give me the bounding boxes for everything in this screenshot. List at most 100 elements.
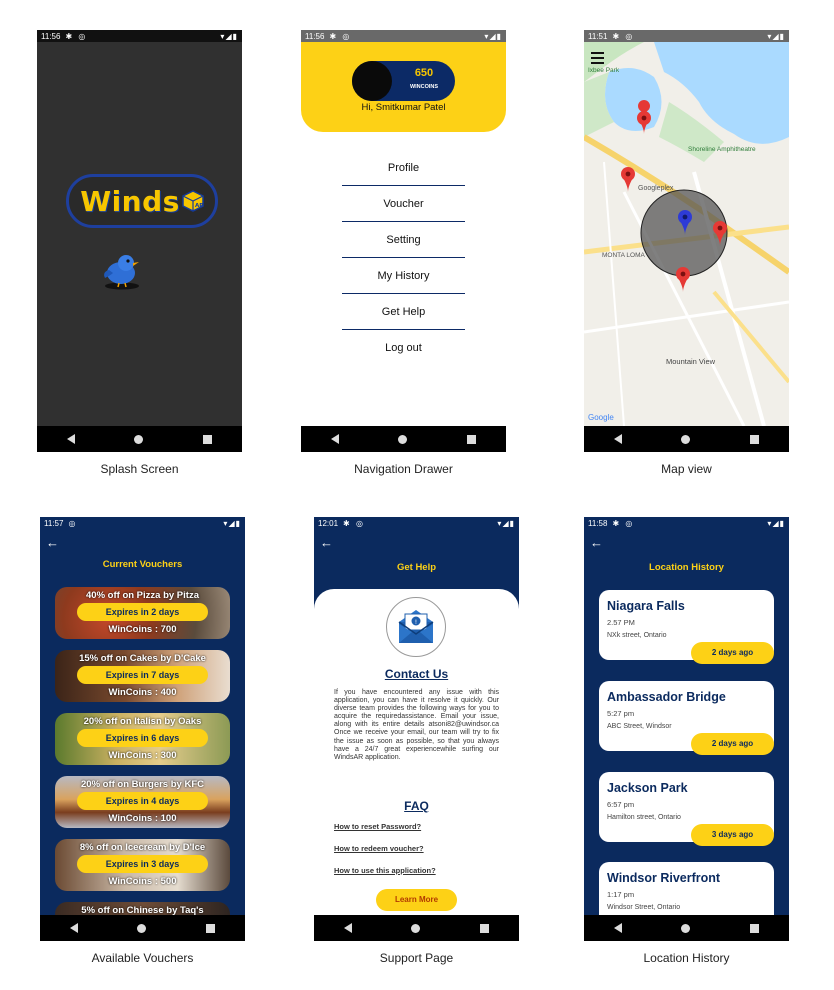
- status-icons: ✱ ◎: [343, 518, 365, 528]
- status-icons: ✱ ◎: [329, 31, 352, 41]
- voucher-cost: WinCoins : 300: [108, 750, 177, 761]
- map-label-park: Ixbee Park: [588, 67, 620, 74]
- android-nav-bar: [40, 915, 245, 941]
- nav-home-icon[interactable]: [134, 434, 144, 444]
- faq-link-reset-password[interactable]: How to reset Password?: [334, 822, 421, 831]
- history-time: 1:17 pm: [607, 890, 635, 899]
- status-bar: 11:56 ✱ ◎ ▾◢▮: [301, 30, 506, 42]
- history-days-ago-badge: 3 days ago: [691, 824, 774, 846]
- caption-vouchers: Available Vouchers: [91, 951, 194, 965]
- support-content: ! Contact Us If you have encountered any…: [314, 589, 519, 929]
- user-greeting: Hi, Smitkumar Patel: [361, 102, 446, 113]
- status-time: 11:58: [588, 518, 608, 528]
- nav-back-icon[interactable]: [613, 923, 622, 933]
- voucher-card[interactable]: 15% off on Cakes by D'Cake Expires in 7 …: [55, 650, 230, 702]
- menu-item-history[interactable]: My History: [342, 258, 465, 294]
- voucher-card[interactable]: 8% off on Icecream by D'Ice Expires in 3…: [55, 839, 230, 891]
- status-bar: 11:57 ◎ ▾◢▮: [40, 517, 245, 529]
- menu-item-setting[interactable]: Setting: [342, 222, 465, 258]
- nav-back-icon[interactable]: [330, 434, 339, 444]
- svg-text:!: !: [415, 619, 417, 626]
- location-history-screen: 11:58 ✱ ◎ ▾◢▮ ← Location History Niagara…: [584, 517, 789, 941]
- android-nav-bar: [314, 915, 519, 941]
- status-icons: ✱ ◎: [612, 518, 635, 528]
- menu-item-profile[interactable]: Profile: [342, 150, 465, 186]
- learn-more-button[interactable]: Learn More: [376, 889, 457, 911]
- voucher-title: 40% off on Pizza by Pitza: [86, 590, 199, 601]
- nav-back-icon[interactable]: [343, 923, 352, 933]
- nav-recents-icon[interactable]: [203, 434, 213, 444]
- android-nav-bar: [584, 426, 789, 452]
- google-logo: Google: [588, 413, 614, 422]
- faq-link-redeem-voucher[interactable]: How to redeem voucher?: [334, 844, 424, 853]
- nav-back-icon[interactable]: [613, 434, 622, 444]
- nav-back-icon[interactable]: [66, 434, 75, 444]
- menu-item-voucher[interactable]: Voucher: [342, 186, 465, 222]
- support-description: If you have encountered any issue with t…: [334, 689, 499, 761]
- voucher-card[interactable]: 40% off on Pizza by Pitza Expires in 2 d…: [55, 587, 230, 639]
- voucher-title: 20% off on Italisn by Oaks: [83, 716, 202, 727]
- navigation-drawer-screen: 11:56 ✱ ◎ ▾◢▮ 650 WINCOINS Hi, Smitkumar…: [301, 30, 506, 452]
- nav-home-icon[interactable]: [398, 434, 408, 444]
- android-nav-bar: [584, 915, 789, 941]
- nav-back-icon[interactable]: [69, 923, 78, 933]
- nav-recents-icon[interactable]: [750, 923, 760, 933]
- back-arrow-icon[interactable]: ←: [46, 535, 59, 550]
- signal-battery-icon: ▾◢▮: [223, 518, 241, 528]
- faq-link-use-application[interactable]: How to use this application?: [334, 866, 436, 875]
- drawer-header: 650 WINCOINS Hi, Smitkumar Patel: [301, 42, 506, 132]
- status-time: 12:01: [318, 518, 339, 528]
- status-bar: 12:01 ✱ ◎ ▾◢▮: [314, 517, 519, 529]
- mail-icon: !: [386, 597, 446, 657]
- signal-battery-icon: ▾◢▮: [767, 518, 785, 528]
- caption-splash: Splash Screen: [100, 462, 179, 476]
- nav-recents-icon[interactable]: [467, 434, 477, 444]
- back-arrow-icon[interactable]: ←: [590, 535, 603, 550]
- caption-support: Support Page: [379, 951, 454, 965]
- splash-screen: 11:56 ✱ ◎ ▾◢▮ Winds AR: [37, 30, 242, 452]
- history-address: Hamilton street, Ontario: [607, 814, 681, 821]
- signal-battery-icon: ▾◢▮: [497, 518, 515, 528]
- signal-battery-icon: ▾◢▮: [220, 31, 238, 41]
- history-days-ago-badge: 2 days ago: [691, 642, 774, 664]
- nav-home-icon[interactable]: [411, 923, 421, 933]
- voucher-expiry-badge: Expires in 7 days: [77, 666, 208, 684]
- caption-map: Map view: [661, 462, 712, 476]
- nav-home-icon[interactable]: [137, 923, 147, 933]
- menu-item-logout[interactable]: Log out: [342, 330, 465, 366]
- voucher-card[interactable]: 20% off on Italisn by Oaks Expires in 6 …: [55, 713, 230, 765]
- history-address: NXk street, Ontario: [607, 632, 667, 639]
- history-place: Niagara Falls: [607, 599, 685, 613]
- faq-heading: FAQ: [404, 799, 429, 813]
- map-label-mountain-view: Mountain View: [666, 357, 716, 366]
- caption-drawer: Navigation Drawer: [354, 462, 453, 476]
- caption-history: Location History: [643, 951, 730, 965]
- nav-home-icon[interactable]: [681, 923, 691, 933]
- history-card[interactable]: Jackson Park 6:57 pm Hamilton street, On…: [599, 772, 774, 846]
- page-title: Get Help: [396, 562, 437, 573]
- voucher-cost: WinCoins : 500: [108, 876, 177, 887]
- history-card[interactable]: Niagara Falls 2.57 PM NXk street, Ontari…: [599, 590, 774, 664]
- back-arrow-icon[interactable]: ←: [320, 535, 333, 550]
- menu-item-get-help[interactable]: Get Help: [342, 294, 465, 330]
- map-canvas[interactable]: Ixbee Park Shoreline Amphitheatre Google…: [584, 42, 789, 426]
- avatar[interactable]: [352, 61, 392, 101]
- windsar-logo: Winds AR: [66, 174, 218, 228]
- nav-recents-icon[interactable]: [750, 434, 760, 444]
- nav-recents-icon[interactable]: [206, 923, 216, 933]
- logo-text: Winds: [80, 184, 180, 218]
- hamburger-menu-icon[interactable]: [591, 52, 604, 64]
- map-label-monta-loma: MONTA LOMA: [602, 252, 646, 259]
- history-address: Windsor Street, Ontario: [607, 904, 681, 911]
- map-label-googleplex: Googleplex: [638, 185, 674, 192]
- nav-home-icon[interactable]: [681, 434, 691, 444]
- status-time: 11:56: [41, 31, 61, 41]
- voucher-cost: WinCoins : 100: [108, 813, 177, 824]
- voucher-title: 8% off on Icecream by D'Ice: [79, 842, 206, 853]
- wincoins-label: WINCOINS: [409, 84, 439, 90]
- history-card[interactable]: Ambassador Bridge 5:27 pm ABC Street, Wi…: [599, 681, 774, 755]
- nav-recents-icon[interactable]: [480, 923, 490, 933]
- history-time: 6:57 pm: [607, 800, 635, 809]
- history-address: ABC Street, Windsor: [607, 723, 672, 730]
- voucher-card[interactable]: 20% off on Burgers by KFC Expires in 4 d…: [55, 776, 230, 828]
